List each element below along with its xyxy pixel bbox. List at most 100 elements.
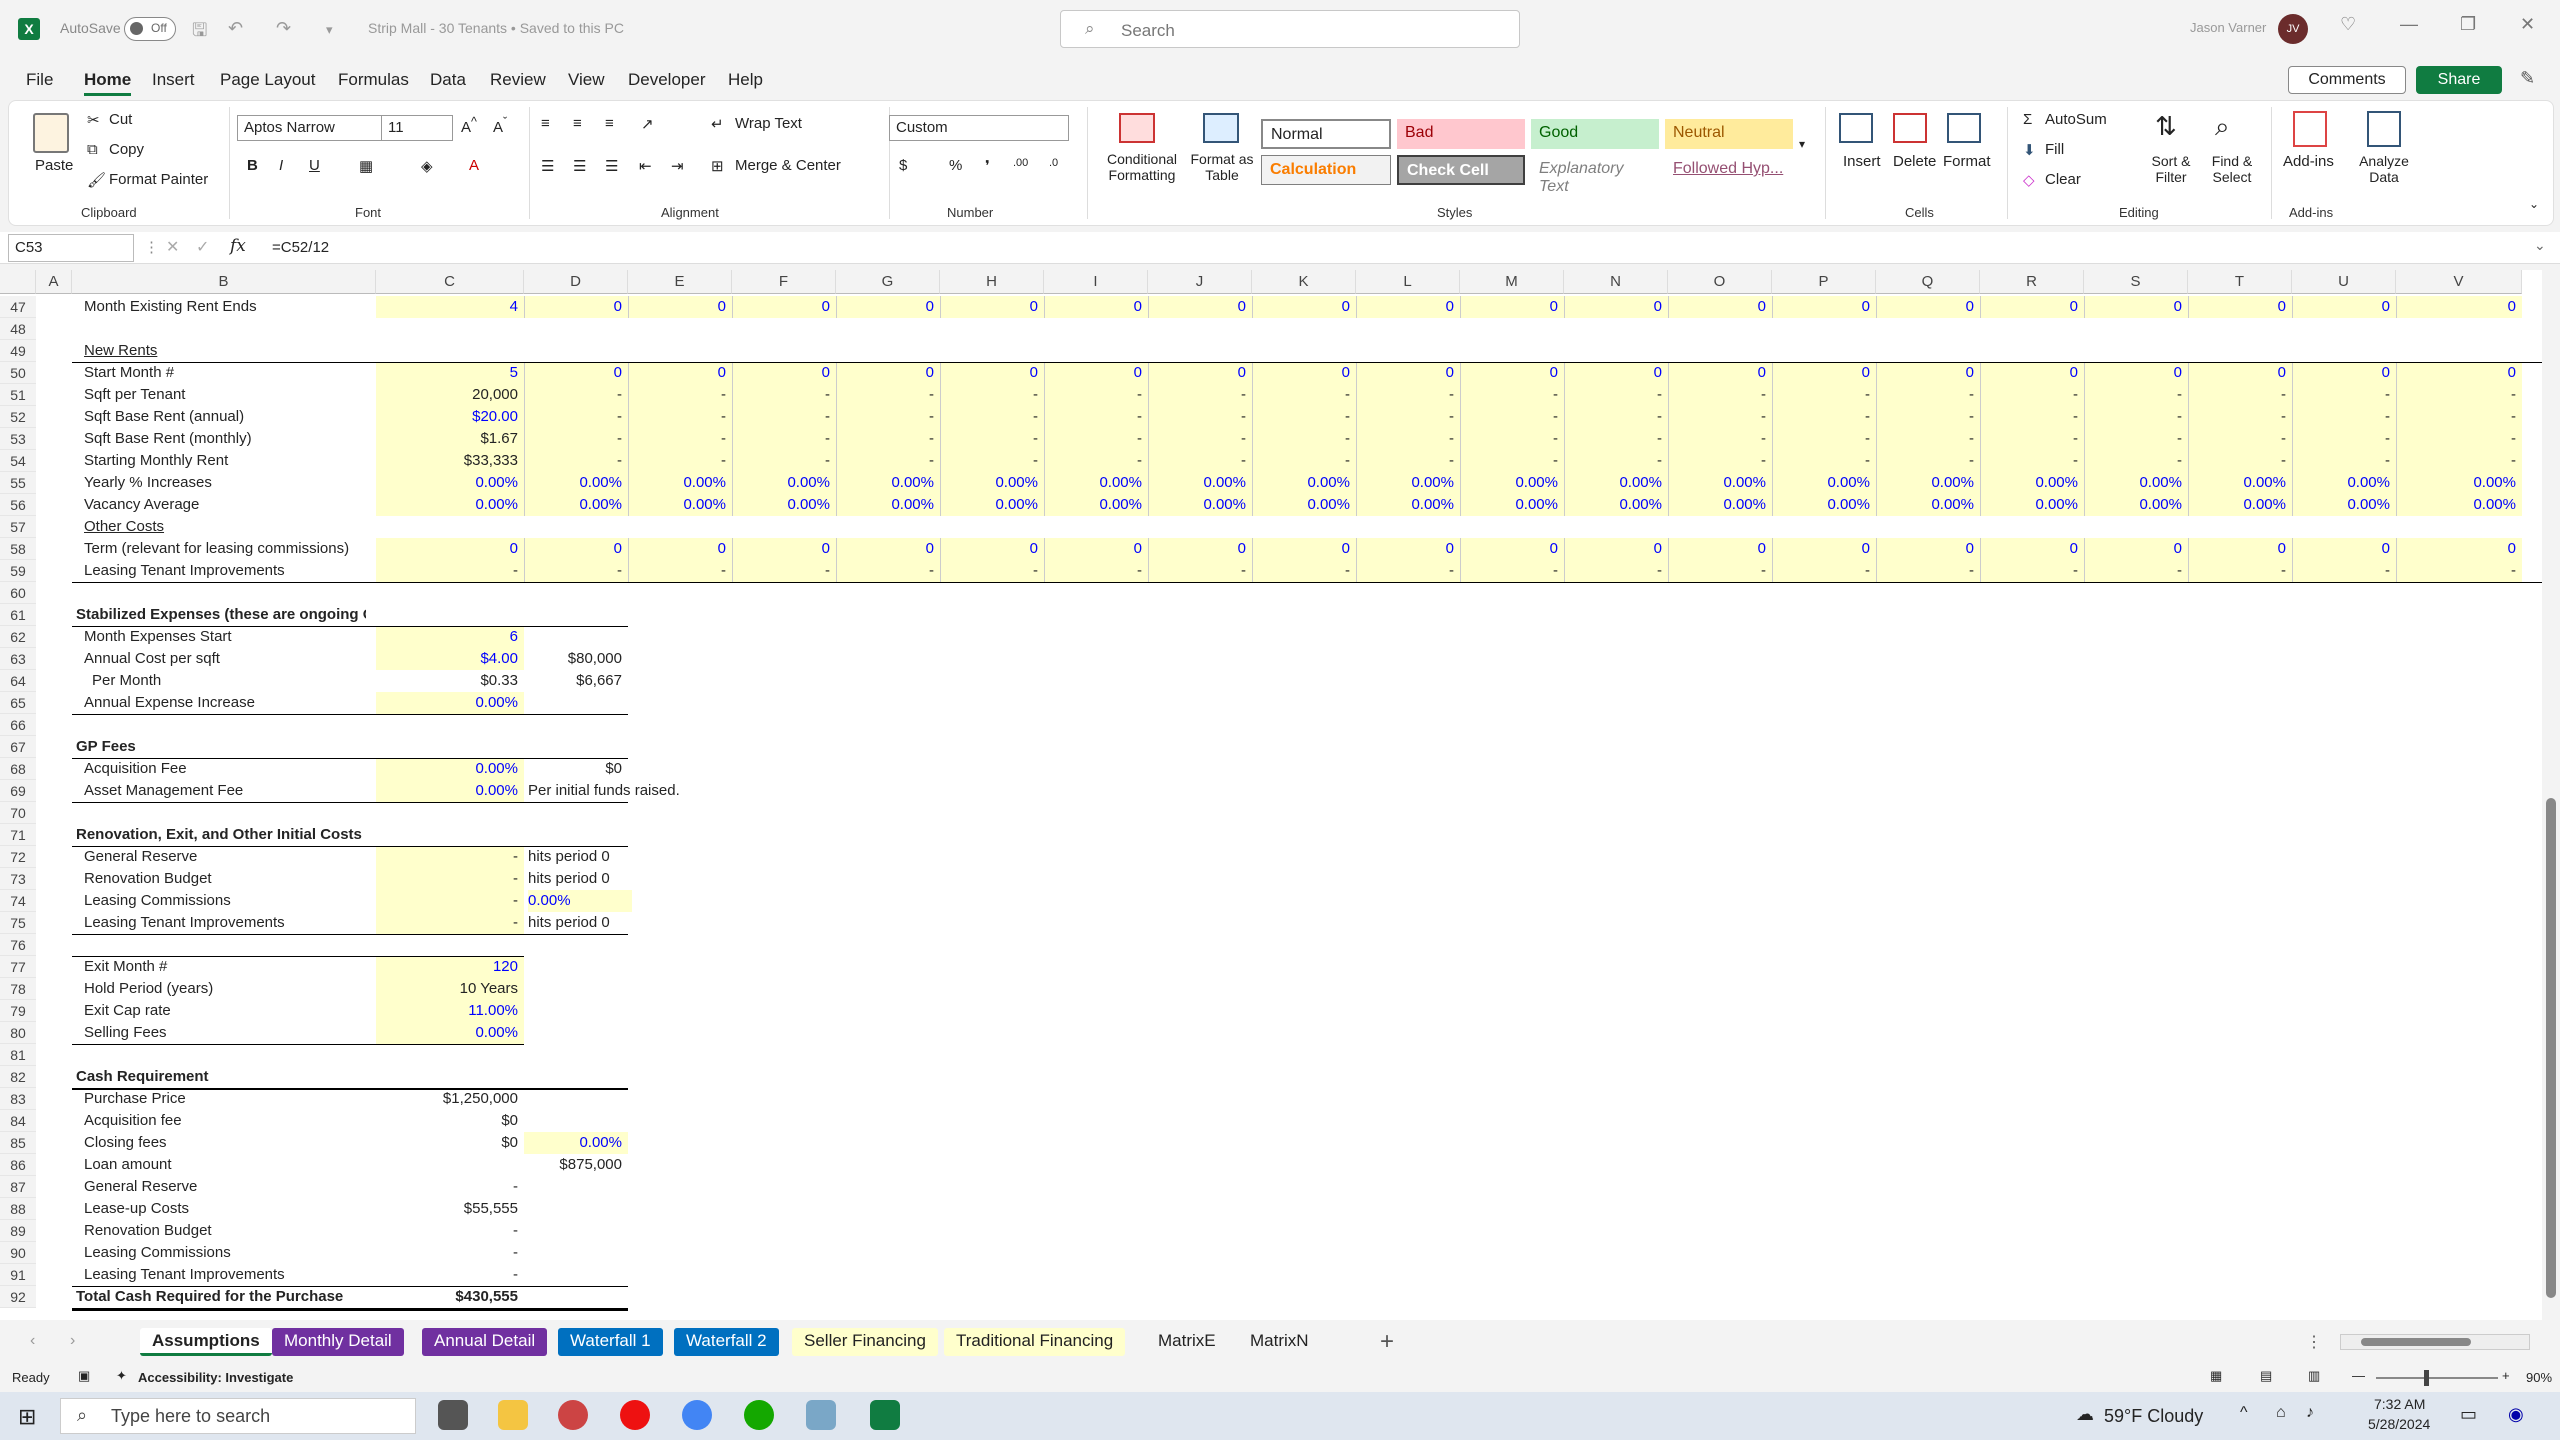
cut-button[interactable]: Cut [109, 111, 132, 128]
cell-value[interactable]: - [1356, 428, 1460, 450]
search-input[interactable]: ⌕ Search [1060, 10, 1520, 48]
find-select-button[interactable]: Find & Select [2203, 153, 2261, 185]
percent-icon[interactable]: % [949, 157, 962, 174]
notifications-icon[interactable]: ▭ [2460, 1404, 2477, 1425]
delete-cells-button[interactable]: Delete [1893, 153, 1936, 170]
row-header[interactable]: 77 [0, 956, 36, 978]
cell-value[interactable]: - [1460, 406, 1564, 428]
row-label[interactable]: Sqft per Tenant [84, 384, 374, 406]
cell-value[interactable]: 0.00% [2084, 494, 2188, 516]
row-header[interactable]: 83 [0, 1088, 36, 1110]
cell-value[interactable]: 0 [732, 538, 836, 560]
windows-start-icon[interactable]: ⊞ [18, 1404, 36, 1430]
cell-value[interactable]: - [376, 1242, 524, 1264]
cell-value[interactable]: - [2396, 560, 2522, 582]
column-header[interactable]: T [2188, 270, 2292, 294]
cell-value[interactable]: - [2292, 560, 2396, 582]
row-header[interactable]: 72 [0, 846, 36, 868]
increase-decimal-icon[interactable]: .00 [1013, 157, 1028, 169]
upwork-icon[interactable] [744, 1400, 774, 1430]
cell-value[interactable]: 0 [2084, 296, 2188, 318]
cell-value[interactable]: - [732, 450, 836, 472]
cell-value[interactable]: 0.00% [1148, 472, 1252, 494]
fill-button[interactable]: Fill [2045, 141, 2064, 158]
row-label[interactable]: Acquisition Fee [84, 758, 374, 780]
comma-icon[interactable]: ❜ [985, 157, 990, 175]
row-header[interactable]: 59 [0, 560, 36, 582]
style-followed-hyperlink[interactable]: Followed Hyp... [1665, 155, 1793, 185]
row-header[interactable]: 63 [0, 648, 36, 670]
zoom-slider[interactable] [2376, 1377, 2498, 1379]
styles-more-icon[interactable]: ▾ [1799, 137, 1805, 151]
row-label[interactable]: GP Fees [76, 736, 366, 758]
cell-value[interactable]: - [1148, 560, 1252, 582]
accessibility-status[interactable]: Accessibility: Investigate [138, 1370, 293, 1385]
sheet-tab[interactable]: Waterfall 1 [558, 1328, 663, 1356]
scrollbar-thumb[interactable] [2546, 798, 2556, 1298]
cell-value[interactable]: 0.00% [524, 472, 628, 494]
row-label[interactable]: Sqft Base Rent (monthly) [84, 428, 374, 450]
cell-value[interactable]: $33,333 [376, 450, 524, 472]
cell-value[interactable]: 0 [1356, 296, 1460, 318]
cell-value[interactable]: - [1980, 560, 2084, 582]
cell-value[interactable]: - [1980, 428, 2084, 450]
column-header[interactable]: Q [1876, 270, 1980, 294]
cell-value[interactable]: 0.00% [2188, 494, 2292, 516]
row-label[interactable]: Vacancy Average [84, 494, 374, 516]
row-header[interactable]: 57 [0, 516, 36, 538]
cell-value[interactable]: - [1876, 406, 1980, 428]
cell-value[interactable]: 0.00% [528, 890, 632, 912]
cell-value[interactable]: 0 [1148, 362, 1252, 384]
row-header[interactable]: 75 [0, 912, 36, 934]
row-header[interactable]: 86 [0, 1154, 36, 1176]
cell-value[interactable]: 0 [1356, 538, 1460, 560]
cell-value[interactable]: 0 [836, 362, 940, 384]
cell-value[interactable]: 0 [1148, 538, 1252, 560]
cell-value[interactable]: - [2188, 450, 2292, 472]
cell-value[interactable]: 0.00% [1668, 494, 1772, 516]
weather-icon[interactable]: ☁ [2076, 1404, 2094, 1425]
name-box[interactable]: C53 [8, 234, 134, 262]
add-ins-button[interactable]: Add-ins [2283, 153, 2334, 170]
cell-value[interactable]: 0.00% [2292, 494, 2396, 516]
row-label[interactable]: Asset Management Fee [84, 780, 374, 802]
scrollbar-thumb[interactable] [2361, 1338, 2471, 1346]
row-header[interactable]: 66 [0, 714, 36, 736]
cell-value[interactable]: - [1252, 560, 1356, 582]
cell-value[interactable]: - [1044, 560, 1148, 582]
cell-value[interactable]: 0 [1876, 538, 1980, 560]
cell-value[interactable]: 0.00% [1356, 472, 1460, 494]
cell-value[interactable]: - [1668, 450, 1772, 472]
cell-value[interactable]: - [732, 384, 836, 406]
fill-color-icon[interactable]: ◈ [421, 157, 433, 175]
row-header[interactable]: 78 [0, 978, 36, 1000]
cell-value[interactable]: 0.00% [628, 494, 732, 516]
column-header[interactable]: D [524, 270, 628, 294]
taskbar-search-input[interactable]: ⌕ Type here to search [60, 1398, 416, 1434]
align-bottom-icon[interactable]: ≡ [605, 115, 614, 132]
cell-value[interactable]: 0.00% [628, 472, 732, 494]
row-label[interactable]: General Reserve [84, 846, 374, 868]
cell-value[interactable]: - [836, 406, 940, 428]
cell-value[interactable]: 0 [2396, 296, 2522, 318]
cell-value[interactable]: 0.00% [376, 1022, 524, 1044]
format-painter-icon[interactable]: 🖌 [87, 171, 106, 189]
cell-value[interactable]: - [2396, 384, 2522, 406]
cell-value[interactable]: - [1876, 450, 1980, 472]
format-as-table-button[interactable]: Format as Table [1189, 151, 1255, 183]
row-label[interactable]: Hold Period (years) [84, 978, 374, 1000]
cell-value[interactable]: 0.00% [1460, 472, 1564, 494]
cell-value[interactable]: 0 [1460, 296, 1564, 318]
tab-file[interactable]: File [26, 70, 53, 90]
tab-data[interactable]: Data [430, 70, 466, 90]
customize-toolbar-icon[interactable]: ▾ [326, 22, 333, 38]
excel-taskbar-icon[interactable] [870, 1400, 900, 1430]
cell-value[interactable]: - [1668, 560, 1772, 582]
sheet-tab[interactable]: Waterfall 2 [674, 1328, 779, 1356]
cell-value[interactable]: - [1668, 406, 1772, 428]
row-header[interactable]: 52 [0, 406, 36, 428]
row-label[interactable]: Purchase Price [84, 1088, 374, 1110]
number-format-select[interactable]: Custom [889, 115, 1069, 141]
cell-value[interactable]: - [2084, 384, 2188, 406]
cell-value[interactable]: 0.00% [1668, 472, 1772, 494]
